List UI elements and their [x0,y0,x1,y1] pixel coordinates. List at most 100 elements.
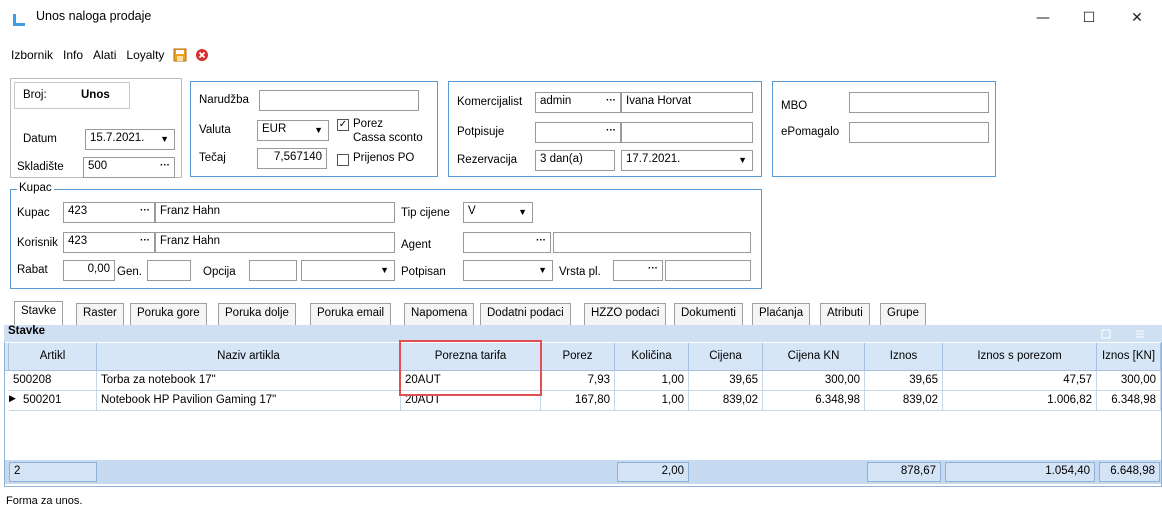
skladiste-field[interactable]: 500 ··· [83,157,175,178]
potpisuje-name-field[interactable] [621,122,753,143]
col-iznos[interactable]: Iznos [865,343,943,371]
chevron-down-icon: ▼ [738,155,747,165]
col-iznos-s-porezom[interactable]: Iznos s porezom [943,343,1097,371]
tip-cijene-select[interactable]: V ▼ [463,202,533,223]
mbo-label: MBO [781,100,808,112]
prijenos-checkbox[interactable] [337,154,349,166]
potpisuje-field[interactable]: ··· [535,122,621,143]
table-row-2-iznos[interactable]: 839,02 [865,391,943,411]
potpisan-select[interactable]: ▼ [463,260,553,281]
kupac-code-field[interactable]: 423 ··· [63,202,155,223]
komercijalist-field[interactable]: admin ··· [535,92,621,113]
col-cijena[interactable]: Cijena [689,343,763,371]
table-row-2-naziv[interactable]: Notebook HP Pavilion Gaming 17" [97,391,401,411]
kupac-name-field[interactable]: Franz Hahn [155,202,395,223]
chevron-down-icon: ▼ [538,265,547,275]
mbo-field[interactable] [849,92,989,113]
menu-alati[interactable]: Alati [92,48,117,62]
gen-field[interactable] [147,260,191,281]
narudzba-field[interactable] [259,90,419,111]
tab-hzzo-podaci[interactable]: HZZO podaci [584,303,667,325]
table-row-1-cijena-kn[interactable]: 300,00 [763,371,865,391]
menu-loyalty[interactable]: Loyalty [125,48,165,62]
rezervacija-date-picker[interactable]: 17.7.2021. ▼ [621,150,753,171]
lookup-icon[interactable]: ··· [136,203,154,222]
rezervacija-field[interactable]: 3 dan(a) [535,150,615,171]
table-row-1-artikl[interactable]: 500208 [9,371,97,391]
col-artikl[interactable]: Artikl [9,343,97,371]
agent-name-field[interactable] [553,232,751,253]
table-row-2-iznos-kn[interactable]: 6.348,98 [1097,391,1161,411]
porezna-tarifa-highlight [399,340,542,396]
rezervacija-label: Rezervacija [457,154,518,166]
tab-stavke[interactable]: Stavke [14,301,64,325]
col-cijena-kn[interactable]: Cijena KN [763,343,865,371]
save-icon[interactable] [173,48,187,62]
lookup-icon[interactable]: ··· [602,123,620,142]
table-row-1-iznos-kn[interactable]: 300,00 [1097,371,1161,391]
opcija-field[interactable] [249,260,297,281]
table-row-2-iznos-s-porezom[interactable]: 1.006,82 [943,391,1097,411]
potpisan-label: Potpisan [401,266,446,278]
table-row-1-iznos-s-porezom[interactable]: 47,57 [943,371,1097,391]
grid-title: Stavke [4,325,1162,342]
tecaj-field[interactable]: 7,567140 [257,148,327,169]
kupac-group-label: Kupac [17,182,54,194]
col-kolicina[interactable]: Količina [615,343,689,371]
tab-dodatni-podaci[interactable]: Dodatni podaci [480,303,571,325]
potpisuje-label: Potpisuje [457,126,505,138]
status-bar: Forma za unos. [6,495,83,507]
close-button[interactable]: ✕ [1114,6,1160,30]
tab-poruka-dolje[interactable]: Poruka dolje [218,303,296,325]
menu-izbornik[interactable]: Izbornik [10,48,54,62]
porez-checkbox[interactable]: ✓ [337,119,349,131]
minimize-button[interactable]: — [1020,6,1066,30]
opcija-select[interactable]: ▼ [301,260,395,281]
col-porez[interactable]: Porez [541,343,615,371]
agent-field[interactable]: ··· [463,232,551,253]
vrsta-pl-name-field[interactable] [665,260,751,281]
table-row-1-porez[interactable]: 7,93 [541,371,615,391]
tab-dokumenti[interactable]: Dokumenti [674,303,743,325]
korisnik-code-field[interactable]: 423 ··· [63,232,155,253]
table-row-2-cijena[interactable]: 839,02 [689,391,763,411]
korisnik-name-field[interactable]: Franz Hahn [155,232,395,253]
tab-atributi[interactable]: Atributi [820,303,870,325]
cancel-icon[interactable] [195,48,209,62]
komercijalist-name-field[interactable]: Ivana Horvat [621,92,753,113]
table-row-1-cijena[interactable]: 39,65 [689,371,763,391]
broj-value: Unos [81,89,110,101]
skladiste-value: 500 [88,160,108,172]
lookup-icon[interactable]: ··· [156,158,174,177]
lookup-icon[interactable]: ··· [532,233,550,252]
table-row-2-porez[interactable]: 167,80 [541,391,615,411]
app-icon [13,14,25,26]
tab-napomena[interactable]: Napomena [404,303,475,325]
datum-picker[interactable]: 15.7.2021. ▼ [85,129,175,150]
table-row-2-artikl[interactable]: 500201 [9,391,97,411]
maximize-button[interactable]: ☐ [1066,6,1112,30]
rabat-field[interactable]: 0,00 [63,260,115,281]
menu-info[interactable]: Info [62,48,84,62]
table-row-2-cijena-kn[interactable]: 6.348,98 [763,391,865,411]
tab-poruka-email[interactable]: Poruka email [310,303,392,325]
lookup-icon[interactable]: ··· [602,93,620,112]
table-row-1-naziv[interactable]: Torba za notebook 17" [97,371,401,391]
valuta-select[interactable]: EUR ▼ [257,120,329,141]
tab-placanja[interactable]: Plaćanja [752,303,811,325]
table-row-1-kolicina[interactable]: 1,00 [615,371,689,391]
lookup-icon[interactable]: ··· [644,261,662,280]
lookup-icon[interactable]: ··· [136,233,154,252]
vrsta-pl-field[interactable]: ··· [613,260,663,281]
table-row-2-kolicina[interactable]: 1,00 [615,391,689,411]
chevron-down-icon: ▼ [518,207,527,217]
tab-raster[interactable]: Raster [76,303,124,325]
tab-poruka-gore[interactable]: Poruka gore [130,303,207,325]
grid-layout-icon[interactable] [1100,328,1160,340]
tab-grupe[interactable]: Grupe [880,303,926,325]
table-row-1-iznos[interactable]: 39,65 [865,371,943,391]
epomagalo-field[interactable] [849,122,989,143]
col-iznos-kn[interactable]: Iznos [KN] [1097,343,1161,371]
col-naziv-artikla[interactable]: Naziv artikla [97,343,401,371]
vrsta-pl-label: Vrsta pl. [559,266,601,278]
